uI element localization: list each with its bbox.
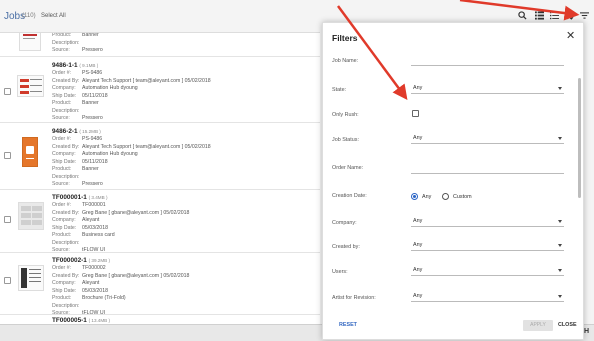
annotation-arrows (336, 0, 580, 101)
arrow-to-state-field (336, 5, 408, 101)
arrow-to-filter-icon (459, 0, 580, 21)
